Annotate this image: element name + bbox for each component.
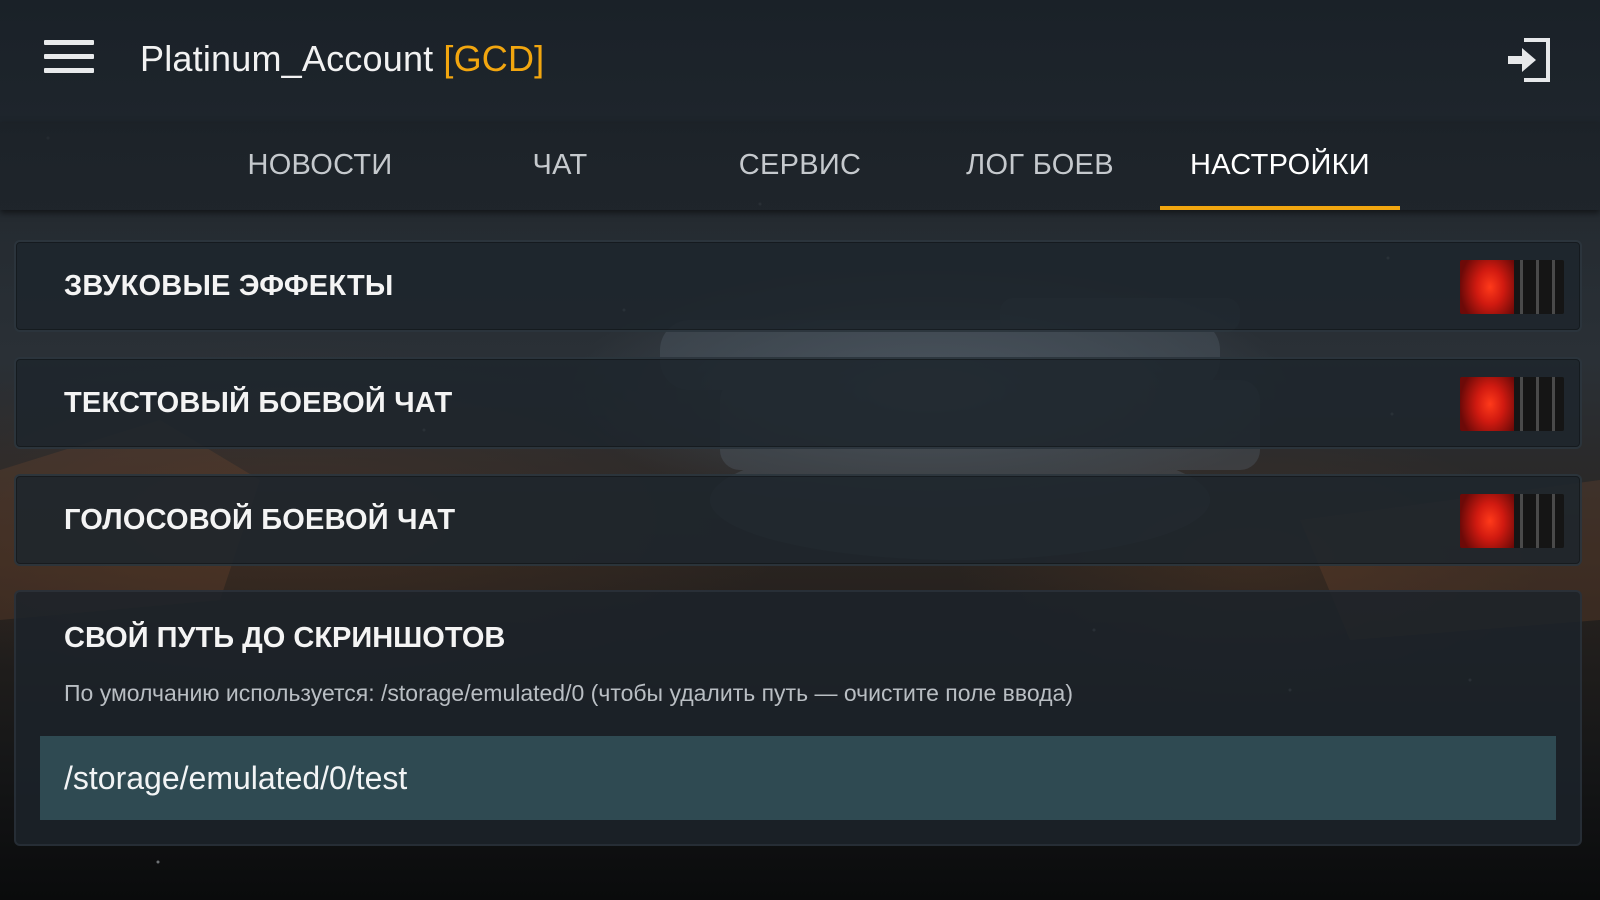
text-battle-chat-toggle[interactable] (1460, 377, 1564, 431)
setting-label: ГОЛОСОВОЙ БОЕВОЙ ЧАТ (64, 504, 456, 536)
setting-label: ТЕКСТОВЫЙ БОЕВОЙ ЧАТ (64, 387, 453, 419)
tab-news[interactable]: НОВОСТИ (200, 122, 440, 210)
tab-settings[interactable]: НАСТРОЙКИ (1160, 122, 1400, 210)
sound-effects-toggle[interactable] (1460, 260, 1564, 314)
top-app-bar: Platinum_Account [GCD] (0, 0, 1600, 122)
tab-battle-log[interactable]: ЛОГ БОЕВ (920, 122, 1160, 210)
tab-bar: НОВОСТИ ЧАТ СЕРВИС ЛОГ БОЕВ НАСТРОЙКИ (0, 122, 1600, 210)
setting-row-text-battle-chat: ТЕКСТОВЫЙ БОЕВОЙ ЧАТ (14, 357, 1582, 449)
screenshot-path-title: СВОЙ ПУТЬ ДО СКРИНШОТОВ (64, 622, 506, 654)
logout-icon[interactable] (1504, 36, 1552, 84)
tab-chat[interactable]: ЧАТ (440, 122, 680, 210)
voice-battle-chat-toggle[interactable] (1460, 494, 1564, 548)
hamburger-menu-icon[interactable] (44, 40, 94, 78)
screenshot-path-input[interactable] (40, 736, 1556, 820)
screenshot-path-hint: По умолчанию используется: /storage/emul… (64, 680, 1073, 706)
account-name: Platinum_Account (140, 38, 434, 79)
tab-service[interactable]: СЕРВИС (680, 122, 920, 210)
page-title: Platinum_Account [GCD] (140, 38, 544, 80)
setting-label: ЗВУКОВЫЕ ЭФФЕКТЫ (64, 270, 394, 302)
app-screen: Platinum_Account [GCD] НОВОСТИ ЧАТ СЕРВИС… (0, 0, 1600, 900)
setting-row-sound-effects: ЗВУКОВЫЕ ЭФФЕКТЫ (14, 240, 1582, 332)
screenshot-path-panel: СВОЙ ПУТЬ ДО СКРИНШОТОВ По умолчанию исп… (14, 590, 1582, 846)
setting-row-voice-battle-chat: ГОЛОСОВОЙ БОЕВОЙ ЧАТ (14, 474, 1582, 566)
clan-tag: [GCD] (443, 38, 545, 79)
